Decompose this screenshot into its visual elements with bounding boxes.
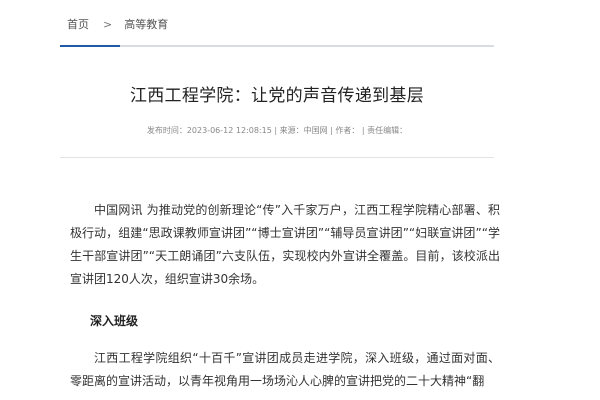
- article-page: 首页 > 高等教育 江西工程学院：让党的声音传递到基层 发布时间：2023-06…: [0, 0, 600, 400]
- breadcrumb-home-link[interactable]: 首页: [67, 16, 89, 32]
- article-meta: 发布时间：2023-06-12 12:08:15 | 来源：中国网 | 作者： …: [146, 126, 408, 135]
- breadcrumb: 首页 > 高等教育: [67, 16, 168, 32]
- article-body: 中国网讯 为推动党的创新理论“传”入千家万户，江西工程学院精心部署、积极行动，组…: [70, 199, 500, 393]
- article-title: 江西工程学院：让党的声音传递到基层: [129, 86, 425, 106]
- article-paragraph-2: 江西工程学院组织“十百千”宣讲团成员走进学院，深入班级，通过面对面、零距离的宣讲…: [70, 351, 500, 388]
- breadcrumb-separator: >: [103, 17, 113, 31]
- breadcrumb-current-link[interactable]: 高等教育: [124, 16, 168, 32]
- header-divider: [60, 45, 494, 47]
- header-divider-accent: [60, 45, 120, 47]
- article-paragraph-1: 中国网讯 为推动党的创新理论“传”入千家万户，江西工程学院精心部署、积极行动，组…: [70, 203, 500, 286]
- article-subheading: 深入班级: [90, 314, 139, 328]
- meta-divider: [60, 157, 494, 158]
